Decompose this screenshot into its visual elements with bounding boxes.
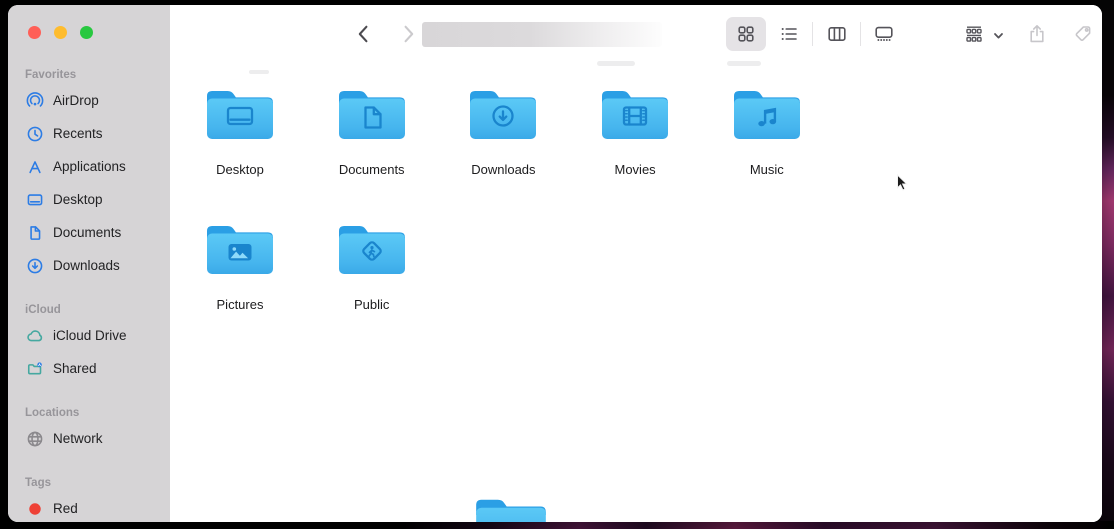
- toolbar: [170, 5, 1102, 61]
- back-button[interactable]: [353, 23, 375, 45]
- sidebar-item-label: Recents: [53, 126, 103, 141]
- clock-icon: [25, 125, 44, 142]
- finder-window: Favorites AirDrop Recents Applications Deskt…: [8, 5, 1102, 522]
- scroll-remnant: [597, 61, 635, 66]
- folder-icon: [451, 84, 555, 147]
- sidebar-item-desktop[interactable]: Desktop: [8, 183, 170, 216]
- folder-downloads[interactable]: Downloads: [451, 84, 555, 177]
- sidebar-item-label: Documents: [53, 225, 121, 240]
- folder-public[interactable]: Public: [320, 219, 424, 312]
- gallery-view-icon: [873, 23, 895, 45]
- sidebar-item-icloud-drive[interactable]: iCloud Drive: [8, 319, 170, 352]
- window-controls: [28, 26, 93, 39]
- globe-icon: [25, 430, 44, 447]
- tag-icon: [1073, 23, 1095, 45]
- forward-button[interactable]: [397, 23, 419, 45]
- minimize-button[interactable]: [54, 26, 67, 39]
- close-button[interactable]: [28, 26, 41, 39]
- list-view-icon: [778, 23, 800, 45]
- tag-button[interactable]: [1073, 23, 1095, 45]
- group-chevron[interactable]: [992, 29, 1005, 41]
- mouse-cursor: [896, 174, 909, 196]
- folder-label: Documents: [320, 162, 424, 177]
- desktop-icon: [25, 191, 44, 208]
- airdrop-icon: [25, 92, 44, 109]
- chevron-down-icon: [992, 30, 1005, 42]
- folder-icon: [583, 84, 687, 147]
- folder-icon: [715, 84, 819, 147]
- sidebar-item-network[interactable]: Network: [8, 422, 170, 455]
- folder-desktop[interactable]: Desktop: [188, 84, 292, 177]
- sidebar-item-label: Network: [53, 431, 103, 446]
- folder-icon: [320, 219, 424, 282]
- cloud-icon: [25, 327, 44, 344]
- zoom-button[interactable]: [80, 26, 93, 39]
- shared-folder-icon: [25, 360, 44, 377]
- folder-label: Movies: [583, 162, 687, 177]
- sidebar-item-applications[interactable]: Applications: [8, 150, 170, 183]
- sidebar-item-label: Applications: [53, 159, 126, 174]
- sidebar-item-label: AirDrop: [53, 93, 99, 108]
- sidebar-item-airdrop[interactable]: AirDrop: [8, 84, 170, 117]
- window-title-redacted: [422, 22, 662, 47]
- folder-icon: [320, 84, 424, 147]
- folder-label: Downloads: [451, 162, 555, 177]
- folder-label: Pictures: [188, 297, 292, 312]
- chevron-right-icon: [397, 23, 419, 45]
- share-button[interactable]: [1026, 23, 1048, 45]
- red-tag-icon: [25, 500, 44, 517]
- column-view-icon: [826, 23, 848, 45]
- grid-view-icon: [735, 23, 757, 45]
- sidebar-item-label: Downloads: [53, 258, 120, 273]
- folder-movies[interactable]: Movies: [583, 84, 687, 177]
- sidebar-item-label: iCloud Drive: [53, 328, 127, 343]
- folder-pictures[interactable]: Pictures: [188, 219, 292, 312]
- folder-icon: [188, 84, 292, 147]
- download-icon: [25, 257, 44, 274]
- folder-icon: [188, 219, 292, 282]
- main-pane: Desktop Documents Downloads Movies Music: [170, 5, 1102, 522]
- scroll-remnant: [249, 70, 269, 74]
- sidebar-section-title-tags: Tags: [8, 469, 170, 492]
- toolbar-separator: [812, 22, 813, 46]
- group-button[interactable]: [963, 23, 985, 45]
- share-icon: [1026, 23, 1048, 45]
- desktop-wallpaper-bottom: [0, 521, 1114, 529]
- folder-label: Music: [715, 162, 819, 177]
- sidebar-item-shared[interactable]: Shared: [8, 352, 170, 385]
- desktop-background: Favorites AirDrop Recents Applications Deskt…: [0, 0, 1114, 529]
- document-icon: [25, 224, 44, 241]
- sidebar-item-recents[interactable]: Recents: [8, 117, 170, 150]
- sidebar-item-downloads[interactable]: Downloads: [8, 249, 170, 282]
- sidebar: Favorites AirDrop Recents Applications Deskt…: [8, 5, 170, 522]
- sidebar-item-red[interactable]: Red: [8, 492, 170, 522]
- column-view-button[interactable]: [826, 23, 848, 45]
- chevron-left-icon: [353, 23, 375, 45]
- partial-folder-icon[interactable]: [473, 492, 549, 522]
- file-area: Desktop Documents Downloads Movies Music: [170, 61, 1102, 522]
- icon-view-button[interactable]: [735, 23, 757, 45]
- sidebar-item-documents[interactable]: Documents: [8, 216, 170, 249]
- desktop-wallpaper-right: [1100, 0, 1114, 529]
- folder-documents[interactable]: Documents: [320, 84, 424, 177]
- applications-icon: [25, 158, 44, 175]
- sidebar-section-title-icloud: iCloud: [8, 296, 170, 319]
- toolbar-separator: [860, 22, 861, 46]
- folder-music[interactable]: Music: [715, 84, 819, 177]
- sidebar-section-title-locations: Locations: [8, 399, 170, 422]
- folder-label: Public: [320, 297, 424, 312]
- sidebar-section-title-favorites: Favorites: [8, 61, 170, 84]
- list-view-button[interactable]: [778, 23, 800, 45]
- sidebar-item-label: Desktop: [53, 192, 103, 207]
- folder-label: Desktop: [188, 162, 292, 177]
- sidebar-item-label: Red: [53, 501, 78, 516]
- group-by-icon: [963, 23, 985, 45]
- sidebar-item-label: Shared: [53, 361, 97, 376]
- scroll-remnant: [727, 61, 761, 66]
- gallery-view-button[interactable]: [873, 23, 895, 45]
